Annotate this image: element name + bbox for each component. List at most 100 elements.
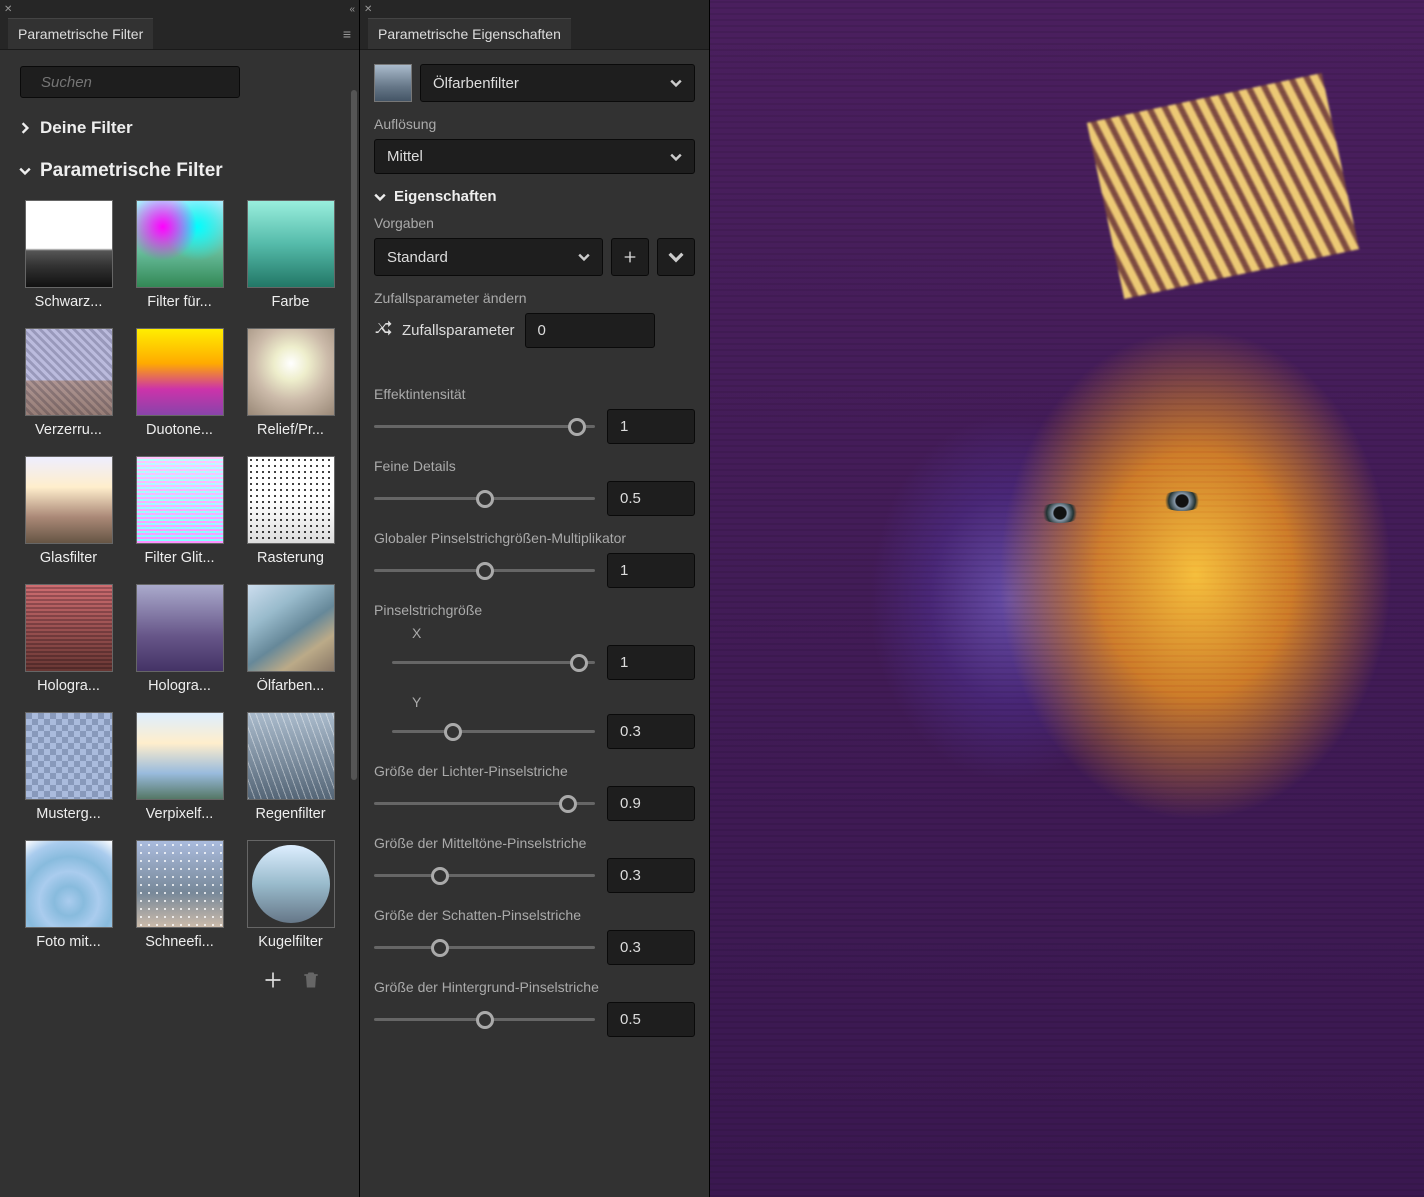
search-input-wrap[interactable] — [20, 66, 240, 98]
filter-thumb-label: Schwarz... — [35, 294, 103, 310]
properties-section-header[interactable]: Eigenschaften — [374, 188, 695, 205]
slider-value-input[interactable] — [607, 645, 695, 680]
filter-thumb[interactable]: Kugelfilter — [242, 840, 339, 950]
your-filters-header[interactable]: Deine Filter — [16, 112, 343, 144]
filter-thumb[interactable]: Regenfilter — [242, 712, 339, 822]
filter-thumb-image — [247, 840, 335, 928]
close-icon[interactable]: ✕ — [4, 4, 12, 15]
chevron-right-icon — [18, 121, 32, 135]
slider[interactable] — [392, 720, 595, 744]
filter-thumb[interactable]: Duotone... — [131, 328, 228, 438]
slider-value-input[interactable] — [607, 858, 695, 893]
preset-more-button[interactable] — [657, 238, 695, 276]
chevron-down-icon — [18, 164, 32, 178]
filter-thumbnail — [374, 64, 412, 102]
collapse-icon[interactable]: « — [349, 4, 355, 15]
filter-thumb[interactable]: Musterg... — [20, 712, 117, 822]
slider-value-input[interactable] — [607, 786, 695, 821]
slider[interactable] — [374, 559, 595, 583]
close-icon[interactable]: ✕ — [364, 4, 372, 15]
filter-thumb-label: Relief/Pr... — [257, 422, 324, 438]
filter-thumb-label: Ölfarben... — [257, 678, 325, 694]
filters-panel: ✕ « Parametrische Filter ≡ Deine Filter … — [0, 0, 360, 1197]
filter-thumb-label: Farbe — [272, 294, 310, 310]
filter-thumb-image — [136, 328, 224, 416]
filter-thumb[interactable]: Farbe — [242, 200, 339, 310]
filters-body: Deine Filter Parametrische Filter Schwar… — [0, 50, 359, 1197]
resolution-dropdown[interactable]: Mittel — [374, 139, 695, 174]
chevron-down-icon — [670, 77, 682, 89]
filter-thumb[interactable]: Filter Glit... — [131, 456, 228, 566]
properties-body: Ölfarbenfilter Auflösung Mittel Eigensch… — [360, 50, 709, 1197]
slider[interactable] — [392, 651, 595, 675]
filter-thumb[interactable]: Relief/Pr... — [242, 328, 339, 438]
slider-value-input[interactable] — [607, 481, 695, 516]
filter-thumb[interactable]: Hologra... — [131, 584, 228, 694]
filter-thumb-label: Regenfilter — [255, 806, 325, 822]
slider[interactable] — [374, 792, 595, 816]
filter-thumb[interactable]: Hologra... — [20, 584, 117, 694]
slider-value-input[interactable] — [607, 409, 695, 444]
slider-label: Globaler Pinselstrichgrößen-Multiplikato… — [374, 530, 695, 546]
delete-filter-button[interactable] — [301, 970, 321, 995]
filter-thumb[interactable]: Filter für... — [131, 200, 228, 310]
slider-value-input[interactable] — [607, 1002, 695, 1037]
search-input[interactable] — [41, 74, 242, 91]
filter-thumb-image — [25, 584, 113, 672]
parametric-filters-header[interactable]: Parametrische Filter — [16, 154, 343, 188]
footer-actions — [16, 962, 343, 1003]
slider[interactable] — [374, 415, 595, 439]
filter-thumb-image — [247, 456, 335, 544]
canvas[interactable] — [710, 0, 1424, 1197]
filter-thumb[interactable]: Rasterung — [242, 456, 339, 566]
shuffle-icon[interactable] — [374, 318, 394, 343]
slider-label: Größe der Schatten-Pinselstriche — [374, 907, 695, 923]
filter-select-dropdown[interactable]: Ölfarbenfilter — [420, 64, 695, 102]
add-preset-button[interactable] — [611, 238, 649, 276]
filter-thumb[interactable]: Verzerru... — [20, 328, 117, 438]
brush-size-header: Pinselstrichgröße — [374, 602, 695, 618]
preset-dropdown[interactable]: Standard — [374, 238, 603, 276]
titlebar-left: ✕ « — [0, 0, 359, 18]
slider-value-input[interactable] — [607, 553, 695, 588]
filter-thumb[interactable]: Verpixelf... — [131, 712, 228, 822]
artwork-preview — [710, 0, 1424, 1197]
scrollbar[interactable] — [351, 90, 357, 780]
filter-thumb[interactable]: Ölfarben... — [242, 584, 339, 694]
filter-thumb-image — [136, 200, 224, 288]
random-label: Zufallsparameter — [402, 322, 515, 339]
slider[interactable] — [374, 936, 595, 960]
tab-parametric-properties[interactable]: Parametrische Eigenschaften — [368, 18, 571, 49]
filter-thumb-label: Schneefi... — [145, 934, 214, 950]
filter-thumb-image — [25, 328, 113, 416]
filter-thumb[interactable]: Foto mit... — [20, 840, 117, 950]
slider[interactable] — [374, 487, 595, 511]
add-filter-button[interactable] — [263, 970, 283, 995]
slider[interactable] — [374, 1008, 595, 1032]
filter-thumb-label: Filter für... — [147, 294, 211, 310]
slider-value-input[interactable] — [607, 930, 695, 965]
filter-thumb-image — [247, 200, 335, 288]
filter-thumb-image — [25, 200, 113, 288]
slider-label: Y — [412, 694, 695, 710]
filter-thumb-label: Musterg... — [36, 806, 100, 822]
filter-thumb-label: Hologra... — [148, 678, 211, 694]
slider[interactable] — [374, 864, 595, 888]
random-header: Zufallsparameter ändern — [374, 290, 695, 306]
filter-thumb-label: Rasterung — [257, 550, 324, 566]
tab-parametric-filters[interactable]: Parametrische Filter — [8, 18, 153, 49]
filter-thumb[interactable]: Schwarz... — [20, 200, 117, 310]
filter-select-label: Ölfarbenfilter — [433, 75, 519, 92]
artwork-detail — [1038, 503, 1082, 523]
filter-thumb-image — [247, 584, 335, 672]
filter-thumb[interactable]: Schneefi... — [131, 840, 228, 950]
filter-thumb-label: Kugelfilter — [258, 934, 322, 950]
panel-menu-icon[interactable]: ≡ — [343, 26, 351, 42]
presets-label: Vorgaben — [374, 215, 695, 231]
your-filters-label: Deine Filter — [40, 118, 133, 138]
random-value-input[interactable] — [525, 313, 655, 348]
filter-thumb-image — [25, 456, 113, 544]
filter-thumb-image — [136, 840, 224, 928]
filter-thumb[interactable]: Glasfilter — [20, 456, 117, 566]
slider-value-input[interactable] — [607, 714, 695, 749]
